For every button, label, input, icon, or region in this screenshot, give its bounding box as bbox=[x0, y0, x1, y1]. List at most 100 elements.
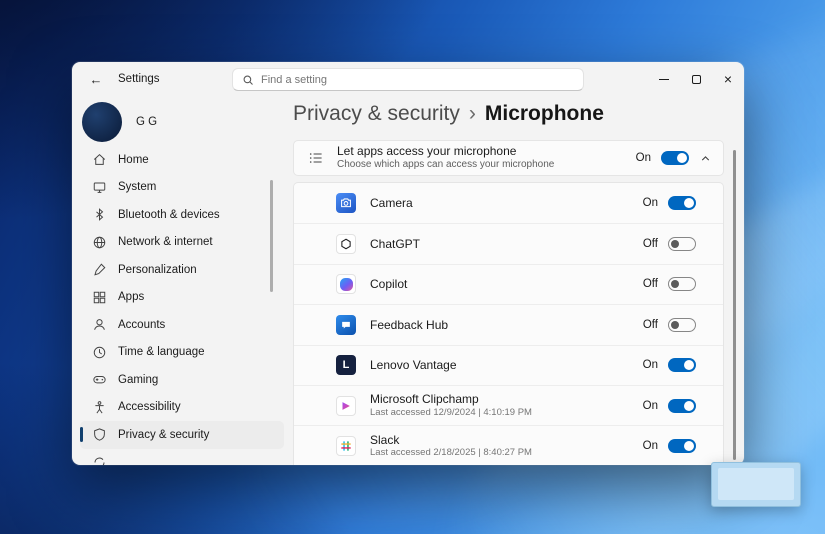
sidebar-item-bluetooth-devices[interactable]: Bluetooth & devices bbox=[80, 201, 284, 229]
copilot-app-icon bbox=[336, 274, 356, 295]
app-row-feedback-hub: Feedback Hub Off bbox=[294, 304, 723, 344]
toggle-knob bbox=[684, 441, 694, 452]
sidebar-item-label: Personalization bbox=[118, 263, 197, 276]
master-toggle-switch[interactable] bbox=[661, 151, 689, 165]
chatgpt-toggle-switch[interactable] bbox=[668, 237, 696, 252]
app-name: Camera bbox=[370, 196, 413, 210]
app-name: Copilot bbox=[370, 277, 408, 292]
app-permissions-list-icon bbox=[309, 153, 322, 163]
sidebar-item-network-internet[interactable]: Network & internet bbox=[80, 229, 284, 257]
master-toggle-card: Let apps access your microphone Choose w… bbox=[293, 140, 724, 176]
app-toggle-state: Off bbox=[642, 318, 658, 331]
sidebar-item-system[interactable]: System bbox=[80, 174, 284, 202]
app-name: Slack bbox=[370, 432, 400, 447]
back-button[interactable]: ← bbox=[82, 68, 110, 90]
breadcrumb: Privacy & security › Microphone bbox=[293, 102, 604, 126]
background-window-peek[interactable] bbox=[711, 462, 801, 507]
copilot-toggle-switch[interactable] bbox=[668, 277, 696, 292]
app-toggle-state: On bbox=[642, 399, 658, 412]
clipchamp-toggle-switch[interactable] bbox=[668, 398, 696, 413]
page-title: Microphone bbox=[484, 102, 604, 125]
chevron-up-icon bbox=[701, 155, 710, 160]
sidebar-item-label: Gaming bbox=[118, 373, 159, 386]
app-row-chatgpt: ChatGPT Off bbox=[294, 223, 723, 263]
sidebar-item-label: Network & internet bbox=[118, 236, 213, 249]
sidebar-item-time-language[interactable]: Time & language bbox=[80, 339, 284, 367]
toggle-knob bbox=[671, 240, 679, 249]
app-permission-list: Camera On ChatGPT Off Copilot Off Feedba… bbox=[293, 182, 724, 465]
sidebar-item-label: Time & language bbox=[118, 346, 205, 359]
app-row-clipchamp: Microsoft Clipchamp Last accessed 12/9/2… bbox=[294, 384, 723, 425]
camera-app-icon bbox=[336, 193, 356, 214]
breadcrumb-separator-icon: › bbox=[468, 102, 476, 125]
app-toggle-state: On bbox=[642, 440, 658, 453]
toggle-knob bbox=[671, 280, 679, 289]
app-title: Settings bbox=[118, 73, 160, 85]
apps-icon bbox=[93, 291, 106, 303]
breadcrumb-parent[interactable]: Privacy & security bbox=[293, 102, 460, 126]
desktop: ← Settings × G G Home bbox=[0, 0, 825, 534]
sidebar-item-apps[interactable]: Apps bbox=[80, 284, 284, 312]
lenovo-vantage-toggle-switch[interactable] bbox=[668, 358, 696, 373]
camera-toggle-switch[interactable] bbox=[668, 196, 696, 211]
shield-icon bbox=[94, 428, 105, 441]
sidebar-item-accessibility[interactable]: Accessibility bbox=[80, 394, 284, 422]
clock-icon bbox=[93, 346, 106, 358]
back-arrow-icon: ← bbox=[89, 71, 103, 87]
chatgpt-app-icon bbox=[336, 234, 356, 255]
clipchamp-app-icon bbox=[336, 395, 356, 416]
sidebar-item-personalization[interactable]: Personalization bbox=[80, 256, 284, 284]
sidebar-item-privacy-security[interactable]: Privacy & security bbox=[80, 421, 284, 449]
master-toggle-title: Let apps access your microphone bbox=[337, 144, 517, 159]
toggle-knob bbox=[677, 153, 687, 163]
sidebar-item-label: Bluetooth & devices bbox=[118, 208, 220, 221]
toggle-knob bbox=[671, 320, 679, 329]
app-name: Lenovo Vantage bbox=[370, 358, 457, 373]
sidebar-item-label: Home bbox=[118, 153, 149, 166]
sidebar-item-accounts[interactable]: Accounts bbox=[80, 311, 284, 339]
network-icon bbox=[93, 236, 106, 248]
system-icon bbox=[93, 182, 106, 193]
sidebar-scrollbar[interactable] bbox=[270, 180, 273, 292]
app-row-lenovo-vantage: L Lenovo Vantage On bbox=[294, 344, 723, 385]
sidebar-item-partial[interactable] bbox=[80, 449, 284, 465]
toggle-knob bbox=[684, 198, 694, 209]
app-last-accessed: Last accessed 2/18/2025 | 8:40:27 PM bbox=[370, 447, 532, 459]
content-scrollbar[interactable] bbox=[733, 150, 736, 460]
collapse-button[interactable] bbox=[699, 152, 712, 165]
slack-toggle-switch[interactable] bbox=[668, 439, 696, 454]
app-name: ChatGPT bbox=[370, 236, 421, 251]
app-name: Microsoft Clipchamp bbox=[370, 392, 479, 407]
avatar bbox=[82, 102, 122, 142]
app-row-slack: Slack Last accessed 2/18/2025 | 8:40:27 … bbox=[294, 425, 723, 465]
slack-app-icon bbox=[336, 436, 356, 457]
app-text: Slack Last accessed 2/18/2025 | 8:40:27 … bbox=[370, 433, 532, 460]
master-toggle-text: Let apps access your microphone Choose w… bbox=[337, 144, 554, 172]
app-name: Feedback Hub bbox=[370, 317, 449, 332]
user-name: G G bbox=[136, 116, 158, 128]
sidebar-item-label: System bbox=[118, 181, 157, 194]
sidebar-item-label: Privacy & security bbox=[118, 428, 210, 441]
bluetooth-icon bbox=[96, 208, 104, 222]
app-toggle-state: Off bbox=[642, 238, 658, 251]
selection-indicator bbox=[80, 427, 83, 442]
sidebar-item-home[interactable]: Home bbox=[80, 146, 284, 174]
app-row-camera: Camera On bbox=[294, 183, 723, 223]
sidebar-item-label: Apps bbox=[118, 291, 145, 304]
sidebar-item-label: Accounts bbox=[118, 318, 166, 331]
app-text: Microsoft Clipchamp Last accessed 12/9/2… bbox=[370, 392, 532, 419]
background-window-peek-inner bbox=[718, 468, 794, 500]
personalization-icon bbox=[94, 263, 106, 276]
user-profile[interactable]: G G bbox=[80, 98, 284, 146]
master-toggle-subtitle: Choose which apps can access your microp… bbox=[337, 159, 555, 171]
app-last-accessed: Last accessed 12/9/2024 | 4:10:19 PM bbox=[370, 406, 532, 418]
settings-window: ← Settings × G G Home bbox=[72, 62, 744, 465]
gamepad-icon bbox=[93, 376, 106, 384]
toggle-knob bbox=[684, 400, 694, 411]
sidebar-item-gaming[interactable]: Gaming bbox=[80, 366, 284, 394]
accessibility-icon bbox=[95, 400, 104, 414]
content-pane: Privacy & security › Microphone Let apps… bbox=[293, 62, 744, 465]
feedback-hub-toggle-switch[interactable] bbox=[668, 317, 696, 332]
lenovo-vantage-app-icon: L bbox=[336, 355, 356, 376]
app-row-copilot: Copilot Off bbox=[294, 263, 723, 304]
